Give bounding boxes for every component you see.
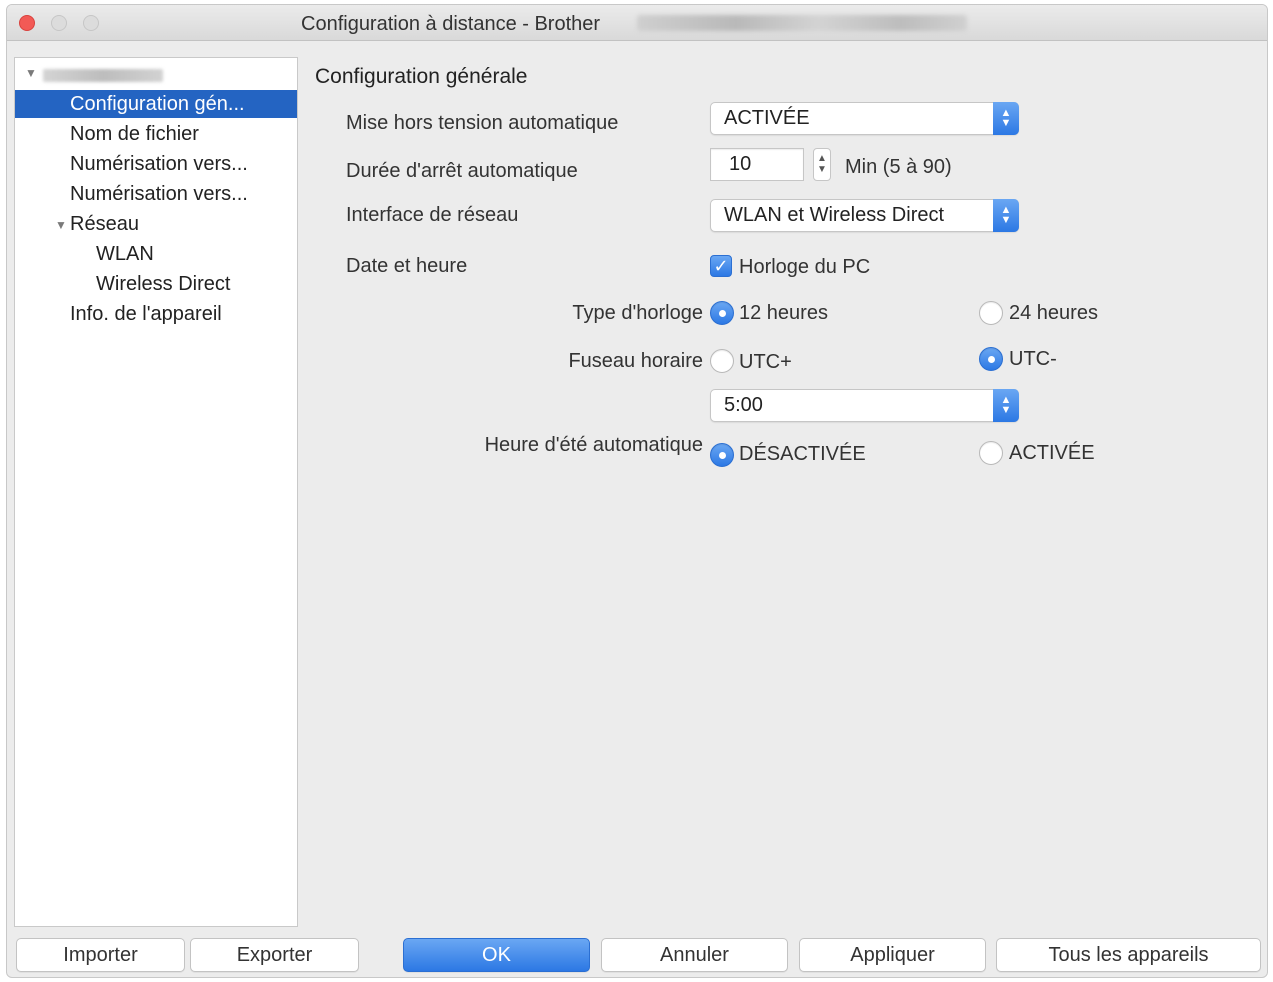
export-button[interactable]: Exporter [190,938,359,972]
date-time-label: Date et heure [346,255,468,277]
sidebar-item-scan-to-2[interactable]: Numérisation vers... [15,180,297,208]
dst-on-radio[interactable] [979,441,1003,465]
time-zone-label: Fuseau horaire [568,350,703,372]
utc-minus-radio[interactable] [979,347,1003,371]
sidebar-item-wireless-direct[interactable]: Wireless Direct [15,270,297,298]
utc-offset-select[interactable]: 5:00 ▲ ▼ [710,389,1019,422]
auto-power-off-value: ACTIVÉE [724,107,810,129]
auto-off-duration-label: Durée d'arrêt automatique [346,160,578,182]
select-arrows-icon: ▲ ▼ [993,102,1019,135]
network-interface-value: WLAN et Wireless Direct [724,204,945,226]
utc-offset-value: 5:00 [724,394,763,416]
dst-on-label: ACTIVÉE [1009,442,1095,464]
auto-power-off-label: Mise hors tension automatique [346,112,619,134]
sidebar-item-file-name[interactable]: Nom de fichier [15,120,297,148]
daylight-saving-label: Heure d'été automatique [484,434,703,456]
pc-clock-checkbox[interactable]: ✓ [710,255,732,277]
select-arrows-icon: ▲ ▼ [993,199,1019,232]
auto-off-duration-input[interactable]: 10 [710,148,804,181]
network-interface-label: Interface de réseau [346,204,519,226]
zoom-window-button[interactable] [83,15,99,31]
clock-12h-radio[interactable] [710,301,734,325]
auto-off-duration-value: 10 [729,153,752,175]
window-title: Configuration à distance - Brother [301,13,601,35]
utc-plus-label: UTC+ [739,351,792,373]
remote-setup-window: Configuration à distance - Brother ▼ Con… [6,4,1268,978]
duration-stepper[interactable]: ▲ ▼ [813,148,831,181]
redacted-model-name [637,15,967,31]
auto-power-off-select[interactable]: ACTIVÉE ▲ ▼ [710,102,1019,135]
utc-plus-radio[interactable] [710,349,734,373]
apply-button[interactable]: Appliquer [799,938,986,972]
dst-off-radio[interactable] [710,443,734,467]
select-arrows-icon: ▲ ▼ [993,389,1019,422]
clock-24h-radio[interactable] [979,301,1003,325]
sidebar-item-general-setup[interactable]: Configuration gén... [15,90,297,118]
sidebar-item-wlan[interactable]: WLAN [15,240,297,268]
network-interface-select[interactable]: WLAN et Wireless Direct ▲ ▼ [710,199,1019,232]
clock-24h-label: 24 heures [1009,302,1098,324]
cancel-button[interactable]: Annuler [601,938,788,972]
sidebar-item-scan-to-1[interactable]: Numérisation vers... [15,150,297,178]
sidebar-item-device-info[interactable]: Info. de l'appareil [15,300,297,328]
close-window-button[interactable] [19,15,35,31]
duration-range-hint: Min (5 à 90) [845,156,952,178]
disclosure-triangle-icon[interactable]: ▼ [25,66,37,80]
settings-tree-sidebar[interactable]: ▼ Configuration gén... Nom de fichier Nu… [14,57,298,927]
dst-off-label: DÉSACTIVÉE [739,443,866,465]
pc-clock-label: Horloge du PC [739,256,871,278]
redacted-device-name [43,69,163,82]
clock-12h-label: 12 heures [739,302,828,324]
minimize-window-button[interactable] [51,15,67,31]
sidebar-item-network[interactable]: Réseau [15,210,297,238]
all-devices-button[interactable]: Tous les appareils [996,938,1261,972]
ok-button[interactable]: OK [403,938,590,972]
title-bar: Configuration à distance - Brother [7,5,1267,41]
panel-title: Configuration générale [315,65,528,88]
import-button[interactable]: Importer [16,938,185,972]
utc-minus-label: UTC- [1009,348,1057,370]
clock-type-label: Type d'horloge [572,302,703,324]
